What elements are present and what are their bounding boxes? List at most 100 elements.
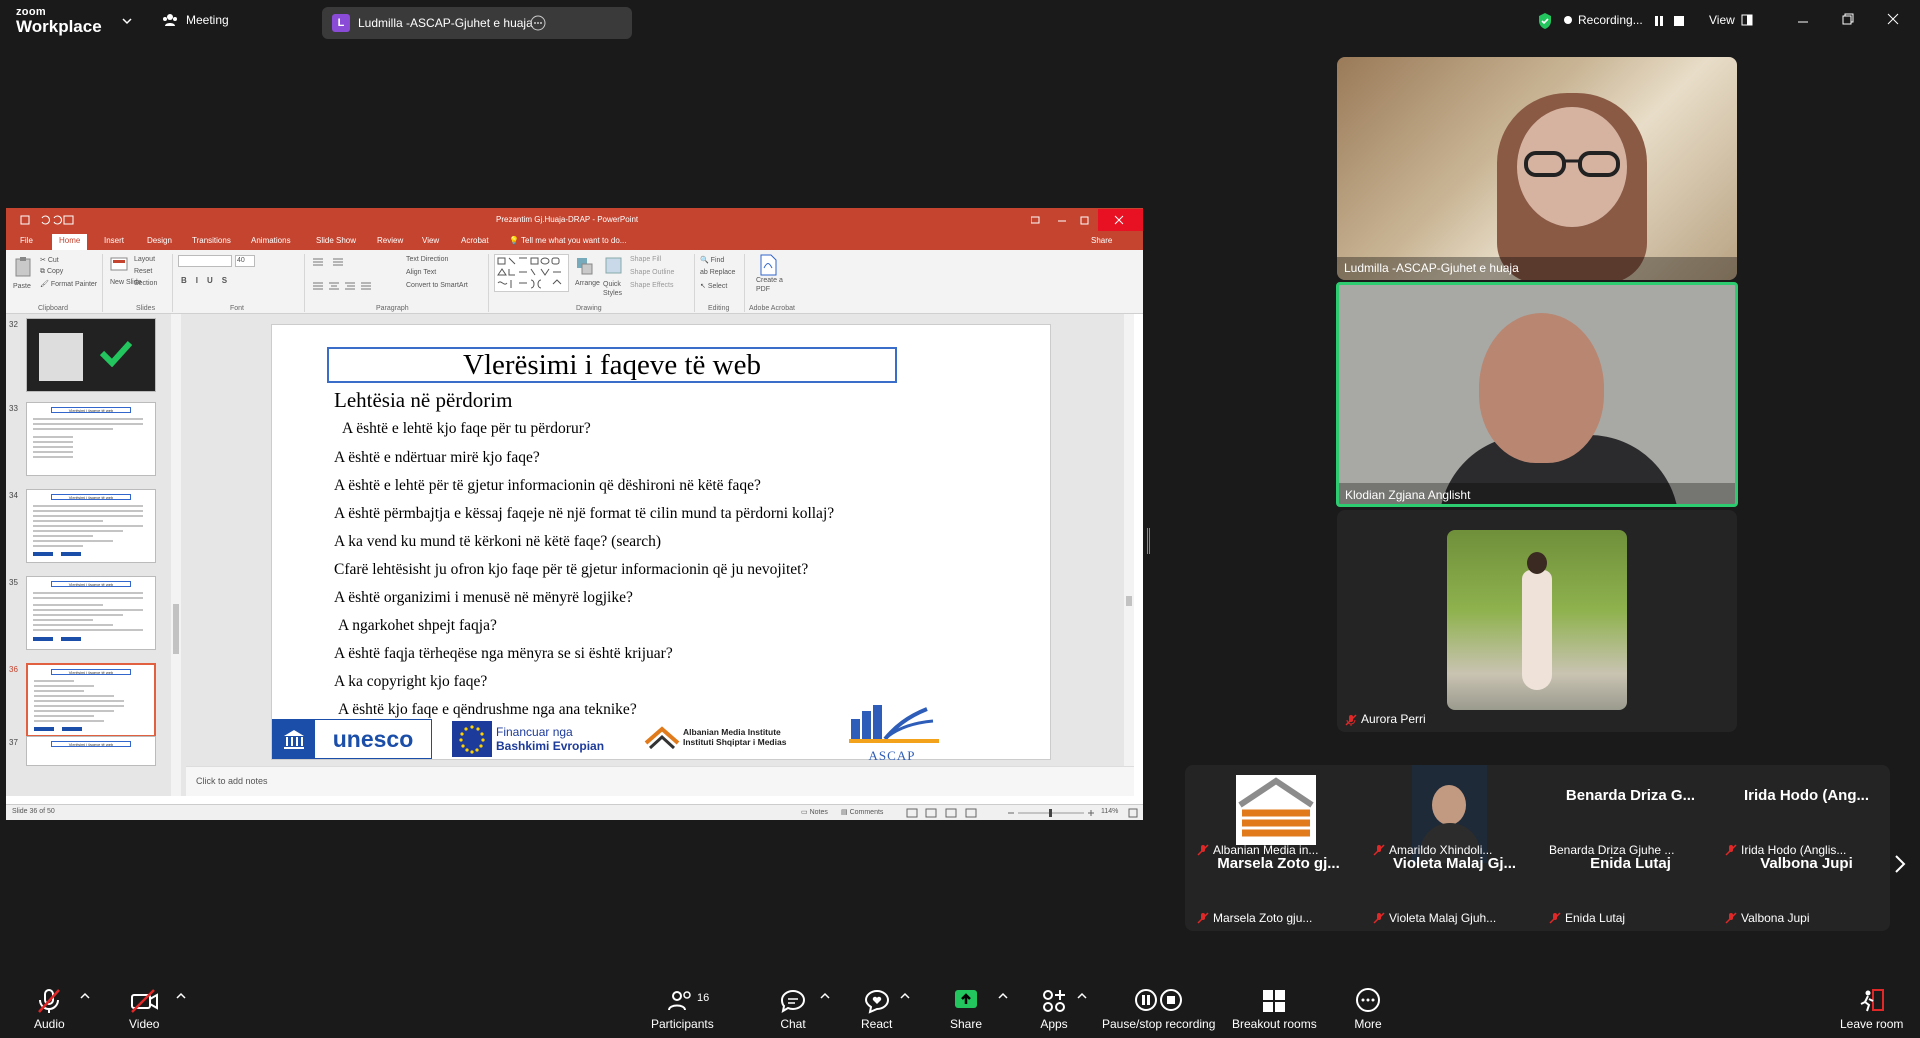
video-tile-klodian-active-speaker[interactable]: Klodian Zgjana Anglisht xyxy=(1336,282,1738,507)
video-tile-ludmilla[interactable]: Ludmilla -ASCAP-Gjuhet e huaja xyxy=(1337,57,1737,280)
tab-review[interactable]: Review xyxy=(377,236,403,245)
pause-stop-recording-button[interactable]: Pause/stop recording xyxy=(1102,988,1215,1031)
pause-recording-icon[interactable] xyxy=(1653,14,1665,28)
split-view-handle[interactable] xyxy=(1147,528,1150,554)
chevron-up-icon[interactable] xyxy=(900,992,910,1000)
chat-button[interactable]: Chat xyxy=(779,988,807,1031)
more-button[interactable]: More xyxy=(1354,988,1382,1031)
share-button[interactable]: Share xyxy=(950,988,982,1031)
chevron-up-icon[interactable] xyxy=(820,992,830,1000)
font-style-buttons[interactable]: BIUS xyxy=(181,276,236,285)
thumbs-scroll-thumb[interactable] xyxy=(173,604,179,654)
slide-thumbnail-active[interactable]: Vlerësimi i faqeve të web xyxy=(26,663,156,737)
tab-insert[interactable]: Insert xyxy=(104,236,124,245)
meeting-tab[interactable]: Meeting xyxy=(162,13,229,27)
current-slide[interactable]: Vlerësimi i faqeve të web Lehtësia në pë… xyxy=(271,324,1051,763)
video-button[interactable]: Video xyxy=(129,988,159,1031)
slide-thumbnail[interactable]: Vlerësimi i faqeve të web xyxy=(26,402,156,476)
fit-slide-icon[interactable] xyxy=(1128,808,1138,818)
slide-thumbnail[interactable] xyxy=(26,318,156,392)
tab-slide-show[interactable]: Slide Show xyxy=(316,236,356,245)
ppt-share-button[interactable]: Share xyxy=(1091,236,1112,245)
shape-fill-button[interactable]: Shape Fill xyxy=(630,256,661,263)
paste-icon[interactable] xyxy=(14,256,32,278)
gallery-tile[interactable]: Marsela Zoto gj... Marsela Zoto gju... xyxy=(1191,833,1366,931)
quick-styles-icon[interactable] xyxy=(604,256,624,278)
slide-thumbnail[interactable]: Vlerësimi i faqeve të web xyxy=(26,736,156,766)
slide-title[interactable]: Vlerësimi i faqeve të web xyxy=(327,347,897,383)
tab-design[interactable]: Design xyxy=(147,236,172,245)
format-painter-button[interactable]: 🖌 Format Painter xyxy=(40,280,97,288)
quick-access-icons[interactable] xyxy=(20,214,80,226)
slide-thumbnail[interactable]: Vlerësimi i faqeve të web xyxy=(26,489,156,563)
shared-screen-pill[interactable]: L Ludmilla -ASCAP-Gjuhet e huaja xyxy=(322,7,632,39)
next-page-icon[interactable] xyxy=(1893,854,1907,874)
gallery-tile[interactable]: Violeta Malaj Gj... Violeta Malaj Gjuh..… xyxy=(1367,833,1542,931)
select-button[interactable]: ↖ Select xyxy=(700,282,727,290)
align-text-button[interactable]: Align Text xyxy=(406,269,436,276)
new-slide-icon[interactable] xyxy=(110,256,128,276)
tab-home[interactable]: Home xyxy=(52,234,88,250)
find-button[interactable]: 🔍 Find xyxy=(700,256,724,264)
shape-effects-button[interactable]: Shape Effects xyxy=(630,282,673,289)
font-size-box[interactable]: 40 xyxy=(235,255,255,267)
text-direction-button[interactable]: Text Direction xyxy=(406,256,448,263)
video-tile-aurora[interactable]: Aurora Perri xyxy=(1337,510,1737,732)
more-icon[interactable] xyxy=(530,15,546,31)
view-button[interactable]: View xyxy=(1709,13,1753,27)
chevron-down-icon[interactable] xyxy=(122,17,132,25)
react-button[interactable]: React xyxy=(861,988,892,1031)
comments-toggle[interactable]: ▤ Comments xyxy=(841,808,883,816)
reset-button[interactable]: Reset xyxy=(134,268,152,275)
select-label: Select xyxy=(707,283,728,290)
chevron-up-icon[interactable] xyxy=(80,992,90,1000)
view-mode-icons[interactable] xyxy=(906,808,986,818)
ppt-window-controls-icon[interactable] xyxy=(1031,216,1091,226)
cut-button[interactable]: ✂ Cut xyxy=(40,256,59,264)
shape-outline-button[interactable]: Shape Outline xyxy=(630,269,674,276)
leave-room-button[interactable]: Leave room xyxy=(1840,988,1903,1031)
notes-toggle[interactable]: ▭ Notes xyxy=(801,808,828,816)
replace-button[interactable]: ab Replace xyxy=(700,269,735,276)
restore-icon[interactable] xyxy=(1842,13,1854,25)
shapes-gallery[interactable] xyxy=(494,254,569,292)
create-pdf-icon[interactable] xyxy=(758,254,778,276)
leave-icon xyxy=(1860,989,1884,1012)
more-label: More xyxy=(1354,1017,1382,1031)
audio-button[interactable]: Audio xyxy=(34,988,65,1031)
section-button[interactable]: Section xyxy=(134,280,157,287)
tab-view[interactable]: View xyxy=(422,236,439,245)
tab-acrobat[interactable]: Acrobat xyxy=(461,236,489,245)
breakout-rooms-button[interactable]: Breakout rooms xyxy=(1232,988,1317,1031)
convert-smartart-button[interactable]: Convert to SmartArt xyxy=(406,282,468,289)
apps-button[interactable]: Apps xyxy=(1040,988,1068,1031)
tab-transitions[interactable]: Transitions xyxy=(192,236,231,245)
tell-me-box[interactable]: 💡 Tell me what you want to do... xyxy=(509,236,626,245)
gallery-tile[interactable]: Enida Lutaj Enida Lutaj xyxy=(1543,833,1718,931)
chevron-up-icon[interactable] xyxy=(998,992,1008,1000)
gallery-tile[interactable]: Valbona Jupi Valbona Jupi xyxy=(1719,833,1894,931)
tab-file[interactable]: File xyxy=(20,236,33,245)
font-name-box[interactable] xyxy=(178,255,232,267)
tab-animations[interactable]: Animations xyxy=(251,236,291,245)
participants-label: Participants xyxy=(651,1017,714,1031)
paragraph-buttons-icon[interactable] xyxy=(311,256,401,292)
slide-scroll-thumb[interactable] xyxy=(1126,596,1132,606)
copy-button[interactable]: ⧉ Copy xyxy=(40,268,63,276)
zoom-level[interactable]: 114% xyxy=(1101,808,1118,815)
chevron-up-icon[interactable] xyxy=(176,992,186,1000)
close-icon[interactable] xyxy=(1887,13,1899,25)
ami-mark-icon xyxy=(644,726,680,750)
slide-scrollbar[interactable] xyxy=(1124,314,1134,766)
eu-text-1: Financuar nga xyxy=(496,725,573,739)
layout-button[interactable]: Layout xyxy=(134,256,155,263)
shield-check-icon[interactable] xyxy=(1537,12,1553,30)
minimize-icon[interactable] xyxy=(1797,16,1809,28)
chevron-up-icon[interactable] xyxy=(1077,992,1087,1000)
notes-pane[interactable]: Click to add notes xyxy=(186,766,1134,796)
arrange-icon[interactable] xyxy=(575,256,595,278)
thumbs-scrollbar[interactable] xyxy=(171,314,181,796)
slide-thumbnail[interactable]: Vlerësimi i faqeve të web xyxy=(26,576,156,650)
zoom-slider[interactable] xyxy=(1006,808,1096,818)
stop-recording-icon[interactable] xyxy=(1673,14,1685,28)
